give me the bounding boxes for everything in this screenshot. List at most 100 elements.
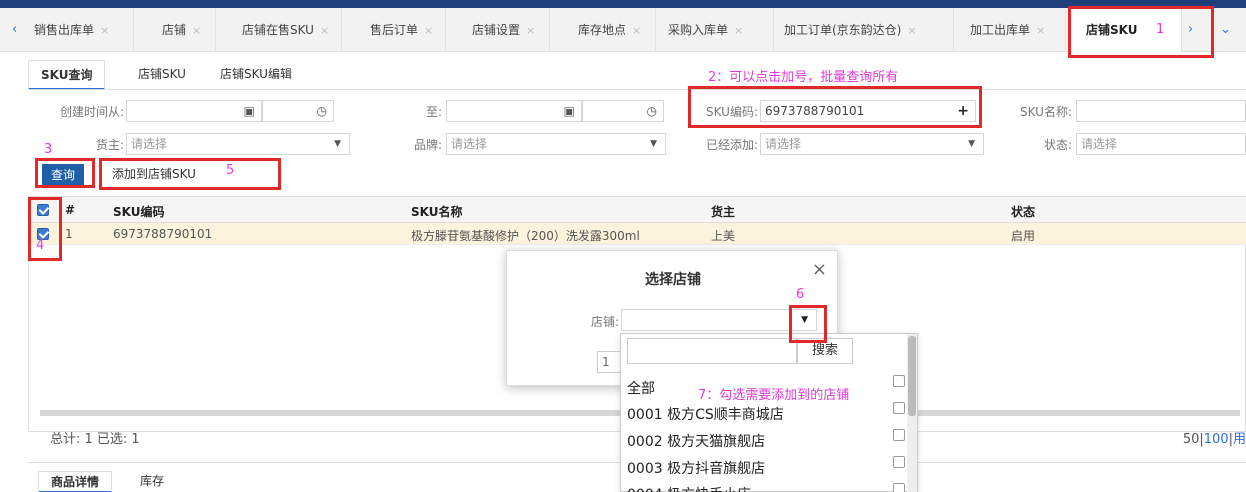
tab-processing-order[interactable]: 加工订单(京东韵达仓) × (774, 8, 954, 52)
dropdown-item-all[interactable]: 全部 (627, 378, 655, 398)
page-size-selector: 50|100|用 (1183, 428, 1246, 447)
status-label: 状态: (1043, 138, 1072, 152)
close-icon[interactable]: × (907, 24, 916, 37)
tab-label: 店铺 (162, 23, 187, 37)
subtab-shop-sku[interactable]: 店铺SKU (138, 60, 186, 90)
dropdown-checkbox[interactable] (893, 402, 905, 414)
tab-shop-settings[interactable]: 店铺设置 × (446, 8, 550, 52)
table-header: # SKU编码 SKU名称 货主 状态 (29, 197, 1246, 223)
tab-shop-onsale-sku[interactable]: 店铺在售SKU × (216, 8, 342, 52)
brand-placeholder: 请选择 (451, 137, 488, 151)
annotation-step-1: 1 (1156, 22, 1165, 37)
sku-name-input[interactable] (1076, 100, 1246, 122)
tab-label: 售后订单 (370, 23, 419, 37)
dropdown-checkbox[interactable] (893, 429, 905, 441)
subtab-shop-sku-edit[interactable]: 店铺SKU编辑 (220, 60, 292, 90)
top-bar (0, 0, 1246, 8)
tab-shop[interactable]: 店铺 × (134, 8, 216, 52)
close-icon[interactable]: × (632, 24, 641, 37)
col-sku-name: SKU名称 (411, 205, 463, 219)
created-from-date-input[interactable]: ▣ (126, 100, 262, 122)
tab-label: 加工订单(京东韵达仓) (784, 23, 902, 37)
cell-sku-name: 极方滕苷氨基酸修护（200）洗发露300ml (411, 229, 640, 243)
tab-inventory[interactable]: 库存 (140, 471, 164, 492)
tab-sales-outbound[interactable]: 销售出库单 × (24, 8, 134, 52)
tab-stock-location[interactable]: 库存地点 × (550, 8, 656, 52)
shop-select[interactable]: ▼ (621, 309, 817, 331)
tab-label: 采购入库单 (668, 23, 729, 37)
clock-icon[interactable]: ◷ (647, 101, 657, 121)
close-icon[interactable]: × (320, 24, 329, 37)
annotation-step-3: 3 (44, 142, 53, 157)
highlight-box (35, 158, 95, 188)
dropdown-item[interactable]: 0001 极方CS顺丰商城店 (627, 404, 784, 424)
dropdown-scrollbar[interactable] (907, 334, 917, 492)
highlight-box (789, 305, 827, 343)
close-icon[interactable]: × (424, 24, 433, 37)
owner-select[interactable]: 请选择 ▼ (126, 133, 350, 155)
owner-placeholder: 请选择 (131, 137, 168, 151)
created-to-date-input[interactable]: ▣ (446, 100, 582, 122)
close-icon[interactable]: × (1036, 24, 1045, 37)
shop-search-input[interactable] (627, 338, 797, 364)
brand-select[interactable]: 请选择 ▼ (446, 133, 666, 155)
created-to-time-input[interactable]: ◷ (582, 100, 664, 122)
tab-product-details[interactable]: 商品详情 (38, 471, 113, 492)
dropdown-item[interactable]: 0003 极方抖音旗舰店 (627, 458, 765, 478)
chevron-down-icon[interactable]: ⌄ (1220, 8, 1231, 52)
dropdown-checkbox[interactable] (893, 456, 905, 468)
tab-label: 店铺设置 (472, 23, 521, 37)
tab-label: 销售出库单 (34, 23, 95, 37)
calendar-icon[interactable]: ▣ (244, 101, 255, 121)
close-icon[interactable]: × (100, 24, 109, 37)
close-icon[interactable]: × (526, 24, 535, 37)
annotation-step-2: 2：可以点击加号，批量查询所有 (708, 70, 899, 85)
highlight-box (99, 158, 281, 190)
dropdown-checkbox[interactable] (893, 375, 905, 387)
cell-sku-code: 6973788790101 (113, 227, 213, 241)
dropdown-checkbox[interactable] (893, 483, 905, 492)
calendar-icon[interactable]: ▣ (564, 101, 575, 121)
shop-dropdown: 搜索 全部 0001 极方CS顺丰商城店 0002 极方天猫旗舰店 0003 极… (620, 333, 918, 492)
tab-label: 加工出库单 (970, 23, 1031, 37)
shop-label: 店铺: (590, 315, 619, 329)
highlight-box (28, 197, 62, 261)
clock-icon[interactable]: ◷ (317, 101, 327, 121)
cell-status: 启用 (1011, 229, 1036, 243)
divider (28, 89, 1246, 90)
caret-down-icon: ▼ (334, 139, 341, 149)
tab-prev-icon[interactable]: ‹ (12, 8, 17, 52)
annotation-step-4: 4 (36, 238, 45, 253)
tab-after-sales[interactable]: 售后订单 × (342, 8, 446, 52)
created-from-time-input[interactable]: ◷ (262, 100, 334, 122)
brand-label: 品牌: (413, 138, 442, 152)
annotation-step-5: 5 (226, 163, 235, 178)
dropdown-item[interactable]: 0002 极方天猫旗舰店 (627, 431, 765, 451)
table-summary: 总计: 1 已选: 1 (50, 432, 140, 447)
dialog-title: 选择店铺 (645, 272, 701, 288)
close-icon[interactable]: × (192, 24, 201, 37)
tab-purchase-inbound[interactable]: 采购入库单 × (656, 8, 774, 52)
page-size-more[interactable]: 用 (1233, 432, 1246, 447)
col-status: 状态 (1011, 205, 1036, 219)
cell-owner: 上美 (711, 229, 736, 243)
dropdown-item[interactable]: 0004 极方快手小店 (627, 484, 751, 492)
status-select[interactable]: 请选择 (1076, 133, 1246, 155)
scroll-thumb[interactable] (908, 336, 916, 416)
close-icon[interactable]: × (734, 24, 743, 37)
tab-label: 库存地点 (578, 23, 627, 37)
sku-name-label: SKU名称: (1020, 105, 1072, 119)
subtab-sku-query[interactable]: SKU查询 (28, 60, 106, 90)
highlight-box (688, 86, 982, 128)
page-size-100[interactable]: 100 (1204, 432, 1229, 447)
tab-processing-outbound[interactable]: 加工出库单 × (954, 8, 1066, 52)
owner-label: 货主: (95, 138, 124, 152)
close-icon[interactable]: × (812, 259, 827, 280)
highlight-box (1068, 6, 1214, 58)
table-row[interactable]: 1 6973788790101 极方滕苷氨基酸修护（200）洗发露300ml 上… (29, 223, 1246, 245)
added-select[interactable]: 请选择 ▼ (760, 133, 984, 155)
page-size-50[interactable]: 50 (1183, 432, 1200, 447)
cell-index: 1 (65, 227, 73, 241)
col-index: # (65, 203, 76, 217)
annotation-step-7: 7：勾选需要添加到的店铺 (698, 388, 850, 403)
